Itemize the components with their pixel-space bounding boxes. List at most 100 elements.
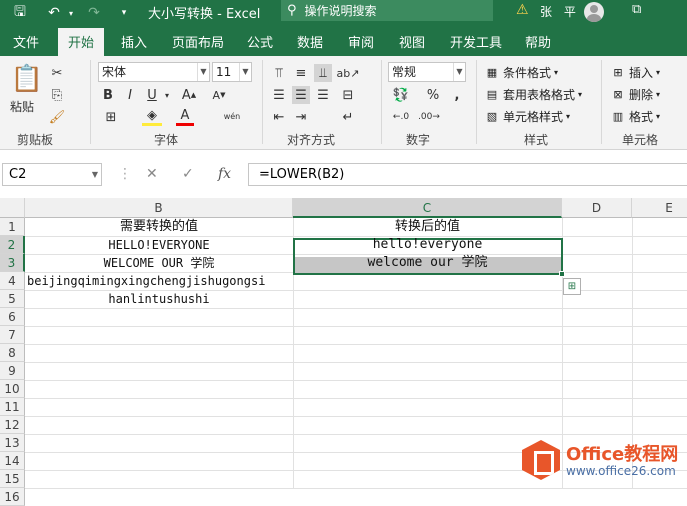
warning-icon[interactable]: ⚠ [516,2,529,18]
paste-icon[interactable]: 📋 [10,62,44,96]
font-name-dropdown[interactable]: 宋体 ▼ [98,62,210,82]
paste-label[interactable]: 粘贴 [10,98,34,115]
decrease-indent-icon[interactable]: ⇤ [270,108,288,126]
row-header-1[interactable]: 1 [0,218,25,236]
accounting-format-icon[interactable]: 💱 [390,86,412,104]
font-color-icon[interactable]: A [176,108,194,126]
cell-c3[interactable]: welcome our 学院 [293,254,562,272]
tab-review[interactable]: 审阅 [348,32,374,51]
tab-view[interactable]: 视图 [399,32,425,51]
format-as-table-button[interactable]: ▤ 套用表格格式 ▾ [484,86,582,103]
save-icon[interactable]: 🖫 [10,4,30,22]
cell-b1[interactable]: 需要转换的值 [25,218,293,236]
row-header-4[interactable]: 4 [0,272,25,290]
avatar[interactable] [584,2,604,22]
tab-insert[interactable]: 插入 [121,32,147,51]
styles-group-label: 样式 [524,133,549,147]
column-header-b[interactable]: B [25,198,293,218]
middle-align-icon[interactable]: ≡ [292,64,310,82]
font-size-dropdown[interactable]: 11 ▼ [212,62,252,82]
row-header-9[interactable]: 9 [0,362,25,380]
delete-cells-button[interactable]: ⊠ 删除 ▾ [610,86,660,103]
font-name-value: 宋体 [102,65,127,79]
tab-developer[interactable]: 开发工具 [450,32,502,51]
column-header-d[interactable]: D [562,198,632,218]
decrease-font-icon[interactable]: A ▼ [210,86,228,104]
row-header-10[interactable]: 10 [0,380,25,398]
align-right-icon[interactable]: ☰ [314,86,332,104]
tab-file[interactable]: 文件 [13,32,39,51]
cell-c1[interactable]: 转换后的值 [293,218,562,236]
row-header-2[interactable]: 2 [0,236,25,254]
row-header-16[interactable]: 16 [0,488,25,506]
cancel-icon[interactable]: ✕ [146,166,158,182]
orientation-icon[interactable]: ab↗ [337,64,360,82]
top-align-icon[interactable]: ⫪ [270,64,288,82]
phonetic-guide-button[interactable]: wén [220,106,244,126]
borders-icon[interactable]: ⊞ [100,108,122,126]
ribbon-display-options-icon[interactable]: ⧉ [632,2,641,17]
tab-data[interactable]: 数据 [297,32,323,51]
bold-button[interactable]: B [100,86,116,104]
format-cells-button[interactable]: ▥ 格式 ▾ [610,108,660,125]
copy-icon[interactable]: ⎘ [48,86,66,104]
wrap-text-icon[interactable]: ↵ [338,108,358,126]
formula-input[interactable]: =LOWER(B2) [248,163,687,186]
tab-formulas[interactable]: 公式 [247,32,273,51]
cell-styles-button[interactable]: ▧ 单元格样式 ▾ [484,108,570,125]
row-header-7[interactable]: 7 [0,326,25,344]
increase-decimal-icon[interactable]: ←.0 [390,108,412,126]
row-header-11[interactable]: 11 [0,398,25,416]
row-header-3[interactable]: 3 [0,254,25,272]
cell-b4[interactable]: beijingqimingxingchengjishugongsi [27,272,293,290]
format-painter-icon[interactable]: 🖌 [48,108,66,126]
bottom-align-icon[interactable]: ⫫ [314,64,332,82]
enter-icon[interactable]: ✓ [182,166,194,182]
increase-indent-icon[interactable]: ⇥ [292,108,310,126]
row-header-12[interactable]: 12 [0,416,25,434]
insert-cells-button[interactable]: ⊞ 插入 ▾ [610,64,660,81]
tab-page-layout[interactable]: 页面布局 [172,32,224,51]
column-header-c[interactable]: C [293,198,562,218]
italic-button[interactable]: I [122,86,138,104]
select-all-corner[interactable] [0,198,25,218]
column-header-e[interactable]: E [632,198,687,218]
row-header-13[interactable]: 13 [0,434,25,452]
align-center-icon[interactable]: ☰ [292,86,310,104]
tab-home[interactable]: 开始 [58,28,105,56]
merge-center-icon[interactable]: ⊟ [338,86,358,104]
redo-icon[interactable]: ↷ [84,4,104,22]
conditional-formatting-icon: ▦ [486,66,498,79]
cell-c2[interactable]: hello!everyone [293,236,562,254]
cell-b3[interactable]: WELCOME OUR 学院 [25,254,293,272]
name-box[interactable]: C2 ▼ [2,163,102,186]
customize-quick-access-icon[interactable]: ▾ [118,4,130,22]
number-format-dropdown[interactable]: 常规 ▼ [388,62,466,82]
worksheet-grid[interactable]: B C D E 1 2 3 4 5 6 7 8 9 10 11 12 13 14… [0,198,687,506]
row-header-6[interactable]: 6 [0,308,25,326]
increase-font-icon[interactable]: A ▲ [180,86,198,104]
row-header-14[interactable]: 14 [0,452,25,470]
comma-style-icon[interactable]: , [448,86,466,104]
underline-dropdown-icon[interactable]: ▾ [162,86,172,104]
user-name[interactable]: 张 平 [540,3,580,20]
cell-b5[interactable]: hanlintushushi [25,290,293,308]
undo-icon[interactable]: ↶ [44,4,64,22]
more-options-icon: ⋮ [118,166,132,182]
percent-style-button[interactable]: % [424,86,442,104]
tab-help[interactable]: 帮助 [525,32,551,51]
align-left-icon[interactable]: ☰ [270,86,288,104]
quick-analysis-icon[interactable]: ⊞ [563,278,581,295]
row-header-8[interactable]: 8 [0,344,25,362]
cell-b2[interactable]: HELLO!EVERYONE [25,236,293,254]
insert-function-icon[interactable]: fx [218,166,231,182]
tell-me-search[interactable]: ⚲ 操作说明搜索 [281,0,493,21]
conditional-formatting-button[interactable]: ▦ 条件格式 ▾ [484,64,558,81]
fill-color-icon[interactable]: ◈ [142,108,162,126]
row-header-15[interactable]: 15 [0,470,25,488]
underline-button[interactable]: U [144,86,160,104]
undo-dropdown-icon[interactable]: ▾ [66,4,76,22]
row-header-5[interactable]: 5 [0,290,25,308]
decrease-decimal-icon[interactable]: .00→ [418,108,440,126]
cut-icon[interactable]: ✂ [48,64,66,82]
